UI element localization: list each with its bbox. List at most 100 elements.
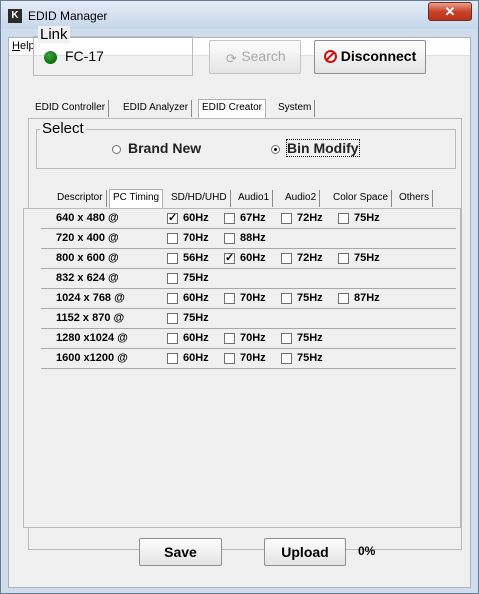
resolution-label: 1024 x 768 @ [56,292,125,304]
refresh-rate-label[interactable]: 75Hz [297,292,323,304]
refresh-search-icon: ⟳ [225,51,237,66]
refresh-rate-label[interactable]: 72Hz [297,212,323,224]
table-row: 1280 x1024 @ 60Hz 70Hz 75Hz [41,329,456,349]
refresh-rate-label[interactable]: 75Hz [297,332,323,344]
refresh-rate-label[interactable]: 60Hz [183,292,209,304]
tab-edid-analyzer[interactable]: EDID Analyzer [120,100,193,117]
tab-pc-timing[interactable]: PC Timing [109,189,164,208]
app-logo-icon: K [8,9,22,23]
resolution-label: 720 x 400 @ [56,232,119,244]
save-button[interactable]: Save [139,538,222,566]
refresh-rate-checkbox[interactable] [167,353,178,364]
refresh-rate-label[interactable]: 75Hz [354,252,380,264]
edid-manager-window: K EDID Manager ✕ Help Link FC-17 ⟳ Search… [0,0,479,594]
refresh-rate-checkbox[interactable] [224,333,235,344]
resolution-label: 640 x 480 @ [56,212,119,224]
refresh-rate-checkbox[interactable] [224,213,235,224]
refresh-rate-label[interactable]: 70Hz [240,332,266,344]
window-title: EDID Manager [28,9,108,23]
refresh-rate-label[interactable]: 88Hz [240,232,266,244]
connection-status-led-icon [44,51,57,64]
refresh-rate-label[interactable]: 75Hz [354,212,380,224]
table-row: 720 x 400 @ 70Hz 88Hz [41,229,456,249]
refresh-rate-checkbox[interactable] [167,233,178,244]
refresh-rate-checkbox[interactable] [281,353,292,364]
table-row: 832 x 624 @ 75Hz [41,269,456,289]
select-group: Select Brand New Bin Modify [36,120,456,169]
select-group-title: Select [40,120,86,137]
refresh-rate-checkbox[interactable] [167,253,178,264]
radio-bin-modify-label[interactable]: Bin Modify [286,139,360,157]
table-row: 1024 x 768 @ 60Hz 70Hz 75Hz 87Hz [41,289,456,309]
refresh-rate-label[interactable]: 75Hz [183,312,209,324]
refresh-rate-checkbox[interactable] [224,293,235,304]
refresh-rate-label[interactable]: 67Hz [240,212,266,224]
refresh-rate-checkbox[interactable] [281,253,292,264]
tab-system[interactable]: System [275,100,316,117]
save-button-label: Save [164,544,197,560]
refresh-rate-checkbox[interactable] [281,333,292,344]
tab-color-space[interactable]: Color Space [330,190,393,207]
refresh-rate-checkbox[interactable] [167,333,178,344]
tab-descriptor[interactable]: Descriptor [54,190,107,207]
refresh-rate-label[interactable]: 75Hz [183,272,209,284]
refresh-rate-checkbox[interactable] [167,313,178,324]
radio-bin-modify[interactable] [271,145,280,154]
radio-brand-new-label[interactable]: Brand New [128,140,201,156]
stop-icon [323,50,337,63]
refresh-rate-label[interactable]: 60Hz [183,352,209,364]
refresh-rate-checkbox[interactable] [281,293,292,304]
refresh-rate-label[interactable]: 60Hz [183,332,209,344]
title-bar[interactable]: K EDID Manager ✕ [1,1,478,29]
refresh-rate-label[interactable]: 70Hz [240,352,266,364]
tab-edid-controller[interactable]: EDID Controller [32,100,110,117]
disconnect-button[interactable]: Disconnect [314,40,426,74]
search-button[interactable]: ⟳ Search [209,40,301,74]
refresh-rate-checkbox[interactable] [338,293,349,304]
menu-help[interactable]: Help [12,40,35,52]
pc-timing-panel: 640 x 480 @ 60Hz 67Hz 72Hz 75Hz 720 x 400 @ 70… [23,208,461,528]
refresh-rate-checkbox[interactable] [224,233,235,244]
refresh-rate-checkbox[interactable] [167,211,178,224]
tab-edid-creator[interactable]: EDID Creator [198,99,267,118]
resolution-label: 1152 x 870 @ [56,312,125,324]
tab-audio2[interactable]: Audio2 [282,190,321,207]
table-row: 800 x 600 @ 56Hz 60Hz 72Hz 75Hz [41,249,456,269]
close-button[interactable]: ✕ [428,2,472,21]
resolution-label: 832 x 624 @ [56,272,119,284]
refresh-rate-checkbox[interactable] [224,251,235,264]
refresh-rate-label[interactable]: 60Hz [240,252,266,264]
refresh-rate-label[interactable]: 87Hz [354,292,380,304]
refresh-rate-label[interactable]: 75Hz [297,352,323,364]
tab-others[interactable]: Others [396,190,434,207]
resolution-label: 1280 x1024 @ [56,332,128,344]
refresh-rate-checkbox[interactable] [338,253,349,264]
upload-progress: 0% [358,544,376,558]
refresh-rate-label[interactable]: 60Hz [183,212,209,224]
refresh-rate-label[interactable]: 72Hz [297,252,323,264]
radio-brand-new[interactable] [112,145,121,154]
resolution-label: 800 x 600 @ [56,252,119,264]
table-row: 1152 x 870 @ 75Hz [41,309,456,329]
table-row: 1600 x1200 @ 60Hz 70Hz 75Hz [41,349,456,369]
refresh-rate-label[interactable]: 70Hz [183,232,209,244]
upload-button[interactable]: Upload [264,538,346,566]
upload-button-label: Upload [281,544,329,560]
tab-sd-hd-uhd[interactable]: SD/HD/UHD [168,190,231,207]
device-name: FC-17 [65,48,104,64]
resolution-label: 1600 x1200 @ [56,352,128,364]
refresh-rate-label[interactable]: 70Hz [240,292,266,304]
menu-help-mnemonic: H [12,40,20,52]
search-button-label: Search [241,48,286,64]
link-group: Link FC-17 [33,26,193,76]
tab-audio1[interactable]: Audio1 [235,190,274,207]
table-row: 640 x 480 @ 60Hz 67Hz 72Hz 75Hz [41,209,456,229]
refresh-rate-checkbox[interactable] [224,353,235,364]
refresh-rate-checkbox[interactable] [167,273,178,284]
refresh-rate-checkbox[interactable] [338,213,349,224]
disconnect-button-label: Disconnect [340,48,417,64]
refresh-rate-label[interactable]: 56Hz [183,252,209,264]
refresh-rate-checkbox[interactable] [281,213,292,224]
link-group-title: Link [38,26,70,43]
refresh-rate-checkbox[interactable] [167,293,178,304]
